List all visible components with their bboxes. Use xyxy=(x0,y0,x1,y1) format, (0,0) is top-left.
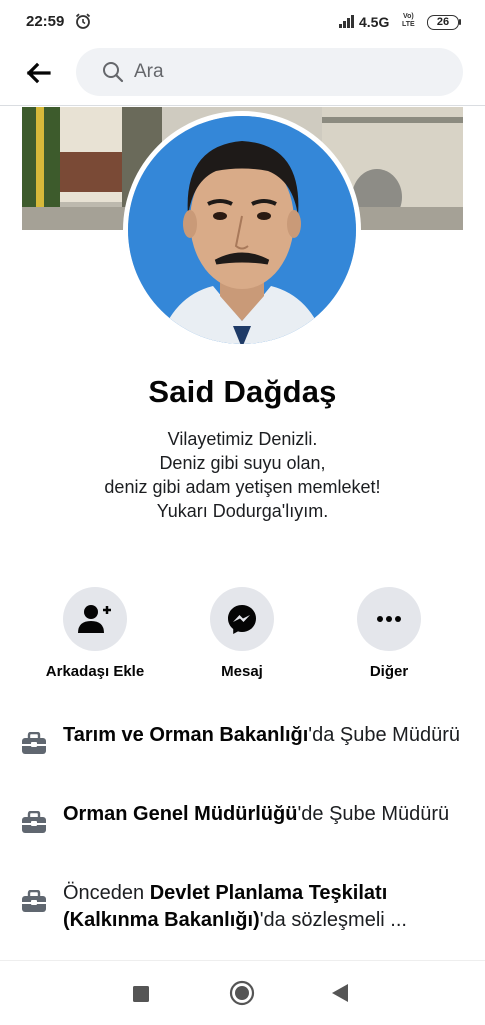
bio-line: deniz gibi adam yetişen memleket! xyxy=(104,477,381,497)
add-friend-button[interactable]: Arkadaşı Ekle xyxy=(30,587,160,680)
search-input[interactable] xyxy=(134,48,444,96)
home-button[interactable] xyxy=(229,980,255,1011)
more-label: Diğer xyxy=(369,663,409,680)
recents-button[interactable] xyxy=(132,985,150,1008)
work-suffix: 'da sözleşmeli ... xyxy=(259,909,407,931)
signal-icon xyxy=(339,14,357,33)
more-button[interactable]: Diğer xyxy=(324,587,454,680)
home-circle-icon xyxy=(229,980,255,1006)
status-bar: 22:59 4.5G Vo) LTE 26 xyxy=(0,0,485,44)
network-type: 4.5G xyxy=(359,14,390,30)
message-button[interactable]: Mesaj xyxy=(177,587,307,680)
add-friend-icon xyxy=(78,605,111,633)
status-time: 22:59 xyxy=(26,13,65,30)
more-circle[interactable] xyxy=(357,587,421,651)
alarm-icon xyxy=(74,12,92,30)
back-button[interactable] xyxy=(20,56,56,90)
work-prefix: Önceden xyxy=(63,882,150,904)
work-item[interactable]: Orman Genel Müdürlüğü'de Şube Müdürü xyxy=(0,801,485,855)
work-text: Orman Genel Müdürlüğü'de Şube Müdürü xyxy=(63,801,463,828)
briefcase-icon xyxy=(22,732,46,754)
back-nav-button[interactable] xyxy=(331,983,349,1008)
add-friend-circle[interactable] xyxy=(63,587,127,651)
work-suffix: 'da Şube Müdürü xyxy=(308,724,460,746)
messenger-icon xyxy=(228,605,256,634)
back-triangle-icon xyxy=(332,984,348,1002)
bio-line: Yukarı Dodurga'lıyım. xyxy=(156,501,329,521)
profile-avatar[interactable] xyxy=(123,111,361,349)
work-suffix: 'de Şube Müdürü xyxy=(297,803,450,825)
header-divider xyxy=(0,105,485,106)
message-circle[interactable] xyxy=(210,587,274,651)
bio-line: Deniz gibi suyu olan, xyxy=(159,453,326,473)
work-item[interactable]: Önceden Devlet Planlama Teşkilatı (Kalkı… xyxy=(0,880,485,934)
message-label: Mesaj xyxy=(221,663,263,680)
add-friend-label: Arkadaşı Ekle xyxy=(45,663,145,680)
briefcase-icon xyxy=(22,811,46,833)
more-dots-icon xyxy=(377,616,401,622)
battery-tip xyxy=(459,19,461,25)
search-bar[interactable] xyxy=(76,48,463,96)
work-text: Önceden Devlet Planlama Teşkilatı (Kalkı… xyxy=(63,880,463,934)
work-organization[interactable]: Tarım ve Orman Bakanlığı xyxy=(63,724,308,746)
work-text: Tarım ve Orman Bakanlığı'da Şube Müdürü xyxy=(63,722,463,749)
profile-name: Said Dağdaş xyxy=(148,374,337,409)
system-navigation-bar xyxy=(0,960,485,1025)
recents-square-icon xyxy=(133,986,149,1002)
profile-bio: Vilayetimiz Denizli. Deniz gibi suyu ola… xyxy=(0,427,485,523)
volte-icon: Vo) LTE xyxy=(402,13,415,28)
back-arrow-icon xyxy=(26,62,51,84)
profile-photo xyxy=(128,116,356,344)
battery-icon: 26 xyxy=(427,15,459,30)
search-icon xyxy=(103,62,124,83)
briefcase-icon xyxy=(22,890,46,912)
work-item[interactable]: Tarım ve Orman Bakanlığı'da Şube Müdürü xyxy=(0,722,485,776)
work-organization[interactable]: Orman Genel Müdürlüğü xyxy=(63,803,297,825)
bio-line: Vilayetimiz Denizli. xyxy=(167,429,318,449)
